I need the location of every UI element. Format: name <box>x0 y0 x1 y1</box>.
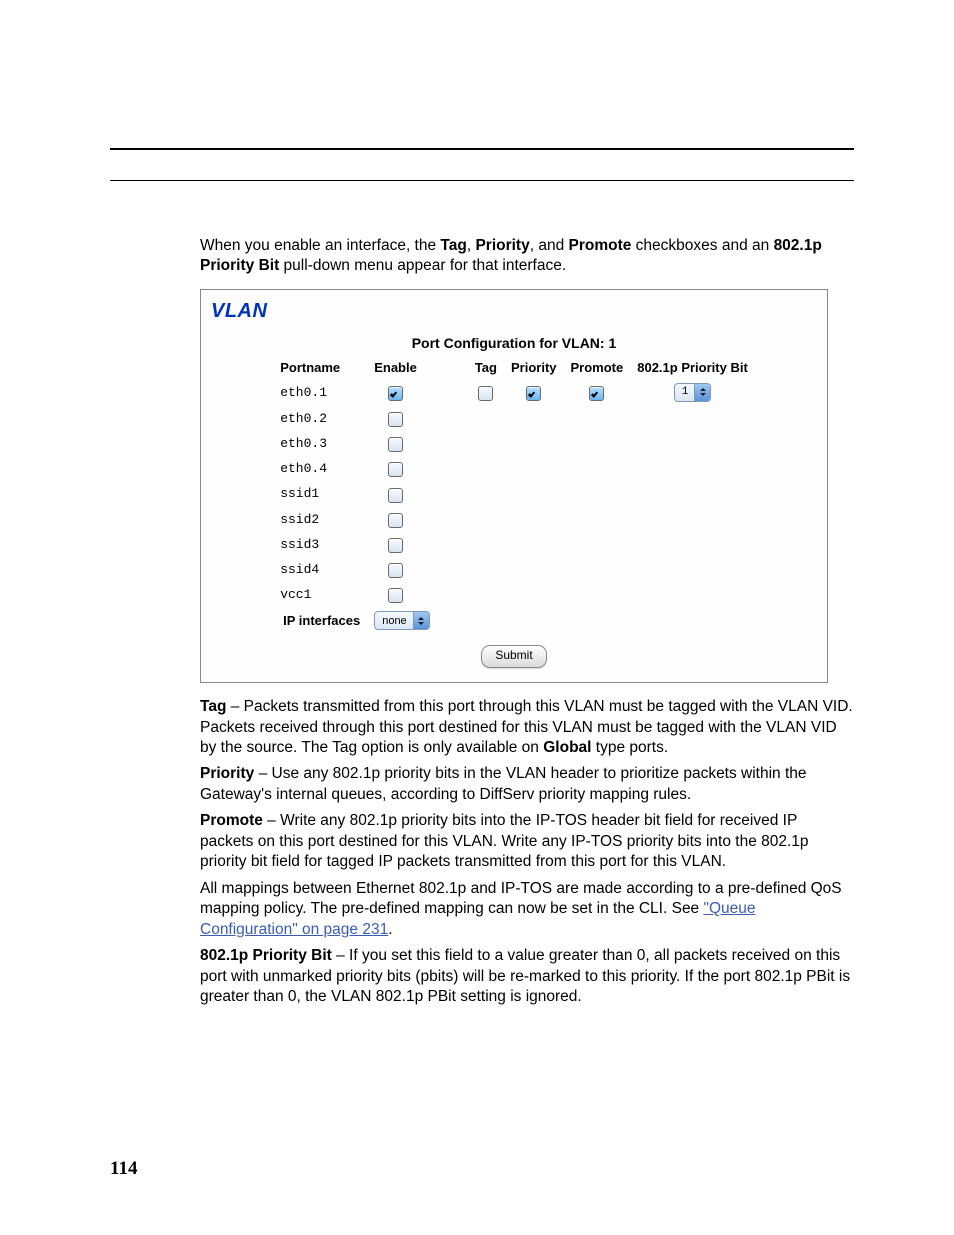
top-rule <box>110 148 854 150</box>
enable-cell <box>368 432 423 455</box>
col-priority: Priority <box>505 357 563 378</box>
tag-cell <box>469 380 503 405</box>
desc-promote: Promote – Write any 802.1p priority bits… <box>200 811 854 872</box>
promote-cell <box>565 380 630 405</box>
desc-pbit: 802.1p Priority Bit – If you set this fi… <box>200 946 854 1007</box>
portname-cell: eth0.4 <box>274 457 366 480</box>
col-spacer <box>425 357 467 378</box>
enable-checkbox[interactable] <box>388 563 403 578</box>
desc-priority: Priority – Use any 802.1p priority bits … <box>200 764 854 805</box>
col-tag: Tag <box>469 357 503 378</box>
portname-cell: eth0.3 <box>274 432 366 455</box>
pbit-cell: 1 <box>631 380 754 405</box>
desc-tag-text1: – Packets transmitted from this port thr… <box>200 698 853 756</box>
ip-interfaces-select[interactable]: none <box>374 611 429 630</box>
enable-cell <box>368 482 423 505</box>
desc-pbit-label: 802.1p Priority Bit <box>200 947 332 964</box>
portname-cell: ssid4 <box>274 558 366 581</box>
enable-checkbox[interactable] <box>388 462 403 477</box>
pbit-select[interactable]: 1 <box>674 383 712 402</box>
intro-tag: Tag <box>440 237 466 254</box>
tag-checkbox[interactable] <box>478 386 493 401</box>
priority-cell <box>505 380 563 405</box>
portname-cell: vcc1 <box>274 583 366 606</box>
desc-mapping-text2: . <box>388 921 392 938</box>
enable-checkbox[interactable] <box>388 538 403 553</box>
enable-checkbox[interactable] <box>388 588 403 603</box>
desc-priority-label: Priority <box>200 765 254 782</box>
intro-paragraph: When you enable an interface, the Tag, P… <box>200 236 854 277</box>
panel-title: VLAN <box>211 298 817 324</box>
portname-cell: eth0.2 <box>274 407 366 430</box>
sub-rule <box>110 180 854 181</box>
priority-checkbox[interactable] <box>526 386 541 401</box>
col-promote: Promote <box>565 357 630 378</box>
intro-text2: checkboxes and an <box>631 237 773 254</box>
col-enable: Enable <box>368 357 423 378</box>
portname-cell: eth0.1 <box>274 380 366 405</box>
desc-tag: Tag – Packets transmitted from this port… <box>200 697 854 758</box>
enable-cell <box>368 508 423 531</box>
desc-promote-label: Promote <box>200 812 263 829</box>
ip-interfaces-value: none <box>375 614 412 629</box>
updown-icon <box>694 384 710 401</box>
table-row: ssid2 <box>274 508 754 531</box>
desc-tag-label: Tag <box>200 698 226 715</box>
enable-checkbox[interactable] <box>388 488 403 503</box>
desc-tag-global: Global <box>543 739 591 756</box>
intro-text3: pull-down menu appear for that interface… <box>279 257 566 274</box>
table-row: eth0.2 <box>274 407 754 430</box>
table-row: eth0.4 <box>274 457 754 480</box>
enable-cell <box>368 457 423 480</box>
table-row: eth0.1 1 <box>274 380 754 405</box>
updown-icon <box>413 612 429 629</box>
vlan-panel: VLAN Port Configuration for VLAN: 1 Port… <box>200 289 828 683</box>
enable-checkbox[interactable] <box>388 386 403 401</box>
table-row: ssid1 <box>274 482 754 505</box>
enable-checkbox[interactable] <box>388 412 403 427</box>
intro-promote: Promote <box>569 237 632 254</box>
portname-cell: ssid1 <box>274 482 366 505</box>
promote-checkbox[interactable] <box>589 386 604 401</box>
desc-promote-text: – Write any 802.1p priority bits into th… <box>200 812 809 870</box>
desc-tag-text2: type ports. <box>591 739 668 756</box>
enable-cell <box>368 407 423 430</box>
enable-cell <box>368 533 423 556</box>
ip-interfaces-label: IP interfaces <box>274 608 366 633</box>
enable-checkbox[interactable] <box>388 513 403 528</box>
table-row: ssid4 <box>274 558 754 581</box>
enable-checkbox[interactable] <box>388 437 403 452</box>
intro-sep2: , and <box>530 237 569 254</box>
page-number: 114 <box>110 1158 137 1180</box>
table-row: eth0.3 <box>274 432 754 455</box>
table-row: vcc1 <box>274 583 754 606</box>
col-portname: Portname <box>274 357 366 378</box>
panel-subtitle: Port Configuration for VLAN: 1 <box>211 334 817 352</box>
enable-cell <box>368 380 423 405</box>
enable-cell <box>368 558 423 581</box>
submit-button[interactable]: Submit <box>481 645 546 668</box>
portname-cell: ssid2 <box>274 508 366 531</box>
desc-mapping: All mappings between Ethernet 802.1p and… <box>200 879 854 940</box>
enable-cell <box>368 583 423 606</box>
desc-priority-text: – Use any 802.1p priority bits in the VL… <box>200 765 807 802</box>
portname-cell: ssid3 <box>274 533 366 556</box>
col-pbit: 802.1p Priority Bit <box>631 357 754 378</box>
table-row: ssid3 <box>274 533 754 556</box>
port-table: Portname Enable Tag Priority Promote 802… <box>272 355 756 636</box>
intro-priority: Priority <box>475 237 529 254</box>
intro-text: When you enable an interface, the <box>200 237 440 254</box>
pbit-value: 1 <box>675 385 695 400</box>
